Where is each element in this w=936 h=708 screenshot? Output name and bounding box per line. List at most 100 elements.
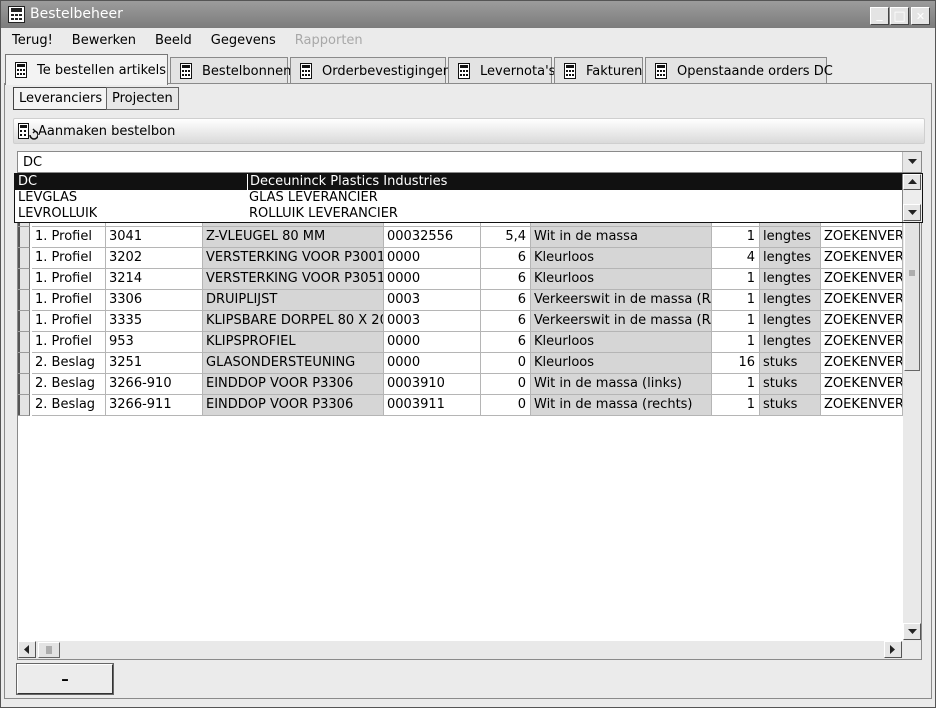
reference-cell[interactable]: 0003 bbox=[384, 290, 481, 311]
quantity-cell[interactable]: 1 bbox=[712, 269, 760, 290]
quantity-cell[interactable]: 4 bbox=[712, 248, 760, 269]
unit-cell[interactable]: lengtes bbox=[760, 227, 821, 248]
menu-rapporten[interactable]: Rapporten bbox=[284, 33, 371, 48]
description-cell[interactable]: DRUIPLIJST bbox=[203, 290, 384, 311]
subtab-projecten[interactable]: Projecten bbox=[106, 87, 179, 110]
tab-fakturen[interactable]: Fakturen bbox=[554, 57, 643, 84]
color-cell[interactable]: Kleurloos bbox=[531, 353, 712, 374]
scroll-right-button[interactable] bbox=[884, 641, 902, 658]
menu-beeld[interactable]: Beeld bbox=[144, 33, 200, 48]
row-selector[interactable] bbox=[18, 227, 30, 248]
menu-terug[interactable]: Terug! bbox=[1, 33, 61, 48]
row-selector[interactable] bbox=[18, 374, 30, 395]
vertical-scrollbar[interactable] bbox=[903, 175, 921, 641]
reference-cell[interactable]: 0000 bbox=[384, 269, 481, 290]
length-cell[interactable]: 0 bbox=[481, 395, 531, 416]
color-cell[interactable]: Verkeerswit in de massa (RAL bbox=[531, 290, 712, 311]
reference-cell[interactable]: 0000 bbox=[384, 332, 481, 353]
horizontal-scrollbar[interactable] bbox=[18, 641, 903, 659]
dropdown-item-dc[interactable]: DC Deceuninck Plastics Industries bbox=[15, 174, 902, 190]
dropdown-scroll-down-button[interactable] bbox=[903, 204, 921, 221]
color-cell[interactable]: Kleurloos bbox=[531, 332, 712, 353]
tab-openstaande-orders-dc[interactable]: Openstaande orders DC bbox=[645, 57, 833, 84]
category-cell[interactable]: 2. Beslag bbox=[32, 353, 106, 374]
unit-cell[interactable]: lengtes bbox=[760, 311, 821, 332]
table-row[interactable]: 1. Profiel 3306 DRUIPLIJST 0003 6 Verkeerswit… bbox=[18, 290, 903, 311]
description-cell[interactable]: KLIPSBARE DORPEL 80 X 20 bbox=[203, 311, 384, 332]
paint-cell[interactable]: ZOEKENVERF bbox=[821, 395, 903, 416]
unit-cell[interactable]: lengtes bbox=[760, 248, 821, 269]
table-row[interactable]: 2. Beslag 3266-910 EINDDOP VOOR P3306 00039… bbox=[18, 374, 903, 395]
description-cell[interactable]: EINDDOP VOOR P3306 bbox=[203, 374, 384, 395]
row-selector[interactable] bbox=[18, 395, 30, 416]
tab-orderbevestigingen[interactable]: Orderbevestigingen bbox=[290, 57, 451, 84]
article-code-cell[interactable]: 3306 bbox=[106, 290, 203, 311]
color-cell[interactable]: Wit in de massa (links) bbox=[531, 374, 712, 395]
article-code-cell[interactable]: 3335 bbox=[106, 311, 203, 332]
row-selector[interactable] bbox=[18, 332, 30, 353]
color-cell[interactable]: Kleurloos bbox=[531, 269, 712, 290]
category-cell[interactable]: 1. Profiel bbox=[32, 227, 106, 248]
paint-cell[interactable]: ZOEKENVERF bbox=[821, 311, 903, 332]
paint-cell[interactable]: ZOEKENVERF bbox=[821, 290, 903, 311]
table-row[interactable]: 2. Beslag 3251 GLASONDERSTEUNING 0000 0 Kleur… bbox=[18, 353, 903, 374]
quantity-cell[interactable]: 1 bbox=[712, 311, 760, 332]
menu-bewerken[interactable]: Bewerken bbox=[61, 33, 144, 48]
dropdown-item-levglas[interactable]: LEVGLAS GLAS LEVERANCIER bbox=[15, 190, 902, 206]
title-bar[interactable]: Bestelbeheer _ □ ✕ bbox=[1, 1, 935, 28]
description-cell[interactable]: KLIPSPROFIEL bbox=[203, 332, 384, 353]
reference-cell[interactable]: 00032556 bbox=[384, 227, 481, 248]
create-order-button[interactable]: Aanmaken bestelbon bbox=[14, 119, 175, 143]
color-cell[interactable]: Kleurloos bbox=[531, 248, 712, 269]
horizontal-scroll-thumb[interactable] bbox=[38, 642, 60, 658]
table-row[interactable]: 1. Profiel 3214 VERSTERKING VOOR P3051 0000… bbox=[18, 269, 903, 290]
unit-cell[interactable]: stuks bbox=[760, 395, 821, 416]
close-button[interactable]: ✕ bbox=[911, 7, 930, 25]
paint-cell[interactable]: ZOEKENVERF bbox=[821, 269, 903, 290]
article-code-cell[interactable]: 3251 bbox=[106, 353, 203, 374]
table-row[interactable]: 1. Profiel 3335 KLIPSBARE DORPEL 80 X 20 00… bbox=[18, 311, 903, 332]
remove-button[interactable]: – bbox=[16, 663, 114, 695]
category-cell[interactable]: 1. Profiel bbox=[32, 269, 106, 290]
reference-cell[interactable]: 0003 bbox=[384, 311, 481, 332]
row-selector[interactable] bbox=[18, 311, 30, 332]
description-cell[interactable]: EINDDOP VOOR P3306 bbox=[203, 395, 384, 416]
subtab-leveranciers[interactable]: Leveranciers bbox=[13, 87, 109, 110]
tab-te-bestellen-artikels[interactable]: Te bestellen artikels bbox=[5, 54, 168, 85]
article-code-cell[interactable]: 3266-911 bbox=[106, 395, 203, 416]
category-cell[interactable]: 1. Profiel bbox=[32, 332, 106, 353]
reference-cell[interactable]: 0003910 bbox=[384, 374, 481, 395]
supplier-combo-dropdown-button[interactable] bbox=[902, 152, 921, 172]
quantity-cell[interactable]: 1 bbox=[712, 290, 760, 311]
category-cell[interactable]: 2. Beslag bbox=[32, 374, 106, 395]
paint-cell[interactable]: ZOEKENVERF bbox=[821, 248, 903, 269]
reference-cell[interactable]: 0000 bbox=[384, 353, 481, 374]
category-cell[interactable]: 2. Beslag bbox=[32, 395, 106, 416]
article-code-cell[interactable]: 953 bbox=[106, 332, 203, 353]
quantity-cell[interactable]: 1 bbox=[712, 332, 760, 353]
minimize-button[interactable]: _ bbox=[870, 7, 889, 25]
scroll-down-button[interactable] bbox=[903, 623, 921, 640]
unit-cell[interactable]: lengtes bbox=[760, 332, 821, 353]
quantity-cell[interactable]: 1 bbox=[712, 227, 760, 248]
supplier-dropdown-list[interactable]: DC Deceuninck Plastics Industries LEVGLA… bbox=[14, 173, 923, 223]
dropdown-scroll-up-button[interactable] bbox=[903, 174, 921, 190]
length-cell[interactable]: 6 bbox=[481, 290, 531, 311]
paint-cell[interactable]: ZOEKENVERF bbox=[821, 353, 903, 374]
quantity-cell[interactable]: 16 bbox=[712, 353, 760, 374]
article-code-cell[interactable]: 3202 bbox=[106, 248, 203, 269]
description-cell[interactable]: Z-VLEUGEL 80 MM bbox=[203, 227, 384, 248]
article-code-cell[interactable]: 3041 bbox=[106, 227, 203, 248]
category-cell[interactable]: 1. Profiel bbox=[32, 311, 106, 332]
supplier-combobox[interactable]: DC bbox=[17, 151, 922, 173]
row-selector[interactable] bbox=[18, 290, 30, 311]
row-selector[interactable] bbox=[18, 248, 30, 269]
table-row[interactable]: 1. Profiel 3202 VERSTERKING VOOR P3001 0000… bbox=[18, 248, 903, 269]
color-cell[interactable]: Verkeerswit in de massa (RAL bbox=[531, 311, 712, 332]
color-cell[interactable]: Wit in de massa (rechts) bbox=[531, 395, 712, 416]
dropdown-scrollbar[interactable] bbox=[902, 174, 922, 222]
table-row[interactable]: 2. Beslag 3266-911 EINDDOP VOOR P3306 00039… bbox=[18, 395, 903, 416]
table-row[interactable]: 1. Profiel 3041 Z-VLEUGEL 80 MM 00032556 5,4… bbox=[18, 227, 903, 248]
unit-cell[interactable]: stuks bbox=[760, 374, 821, 395]
paint-cell[interactable]: ZOEKENVERF bbox=[821, 374, 903, 395]
